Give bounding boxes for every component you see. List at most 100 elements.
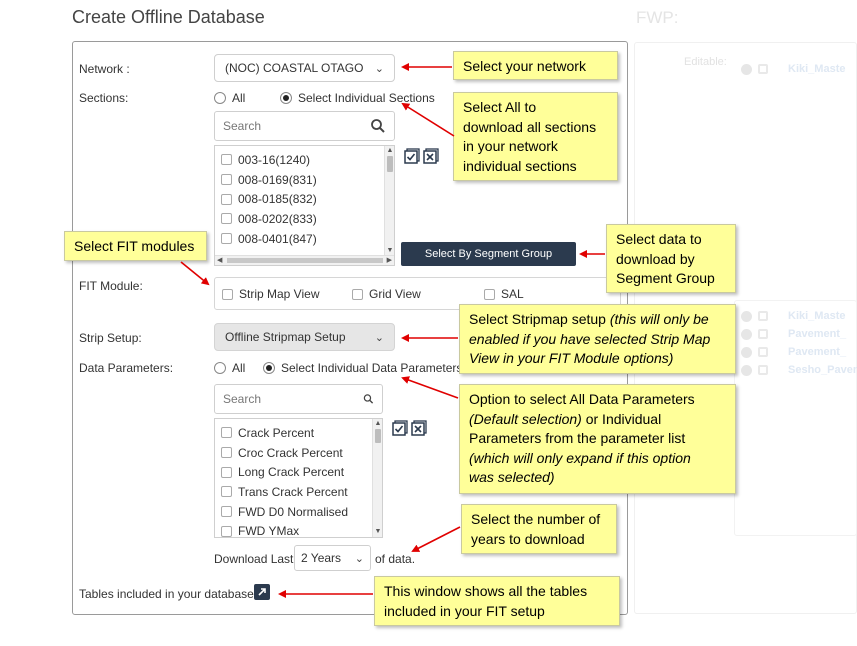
callout-line: enabled if you have selected Strip Map bbox=[469, 330, 726, 350]
sections-list[interactable]: 003-16(1240) 008-0169(831) 008-0185(832)… bbox=[214, 145, 395, 266]
callout-line: included in your FIT setup bbox=[384, 602, 545, 619]
scroll-down-icon[interactable]: ▼ bbox=[385, 247, 394, 255]
sections-individual-label: Select Individual Sections bbox=[298, 91, 435, 105]
scroll-up-icon[interactable]: ▲ bbox=[373, 420, 382, 428]
list-item-label: 008-0169(831) bbox=[238, 172, 317, 187]
scroll-left-icon[interactable]: ◀ bbox=[217, 256, 222, 265]
list-item[interactable]: 008-0401(847) bbox=[215, 229, 394, 249]
fwp-row: Pavement_ bbox=[741, 328, 846, 340]
editable-label: Editable: bbox=[684, 56, 727, 68]
list-item[interactable]: 008-0169(831) bbox=[215, 170, 394, 190]
sections-individual-radio[interactable]: Select Individual Sections bbox=[280, 91, 435, 105]
download-years-select[interactable]: 2 Years ⌄ bbox=[294, 545, 371, 571]
scroll-up-icon[interactable]: ▲ bbox=[385, 147, 394, 155]
params-list[interactable]: Crack Percent Croc Crack Percent Long Cr… bbox=[214, 418, 383, 538]
params-search-input[interactable] bbox=[223, 392, 363, 406]
download-years-value: 2 Years bbox=[301, 551, 342, 565]
scroll-down-icon[interactable]: ▼ bbox=[373, 528, 382, 536]
info-icon bbox=[741, 310, 752, 322]
callout-stripmap: Select Stripmap setup (this will only be… bbox=[459, 304, 736, 374]
radio-selected-icon[interactable] bbox=[280, 92, 292, 104]
list-item-label: Trans Crack Percent bbox=[238, 484, 348, 499]
params-scrollbar[interactable]: ▲ ▼ bbox=[372, 419, 382, 537]
deselect-all-icon[interactable] bbox=[411, 420, 427, 436]
callout-line: years to download bbox=[471, 530, 585, 547]
fwp-item[interactable]: Pavement_ bbox=[788, 328, 846, 340]
checkbox[interactable] bbox=[352, 288, 363, 300]
list-item[interactable]: FWD YMax bbox=[215, 521, 382, 537]
select-all-icon[interactable] bbox=[404, 148, 420, 164]
fwp-row-top: Kiki_Maste bbox=[741, 63, 845, 75]
callout-params: Option to select All Data Parameters (De… bbox=[459, 384, 736, 494]
network-label: Network : bbox=[79, 62, 130, 76]
sections-label: Sections: bbox=[79, 91, 129, 105]
checkbox[interactable] bbox=[484, 288, 495, 300]
fit-option-label: Grid View bbox=[369, 287, 421, 301]
callout-line: was selected) bbox=[469, 468, 726, 488]
checkbox[interactable] bbox=[221, 447, 232, 459]
callout-italic: (Default selection) bbox=[469, 410, 582, 427]
list-item[interactable]: Long Crack Percent bbox=[215, 462, 382, 482]
scroll-thumb[interactable] bbox=[375, 429, 381, 443]
horizontal-scroll-thumb[interactable] bbox=[227, 258, 383, 263]
radio-icon[interactable] bbox=[214, 362, 226, 374]
fwp-item[interactable]: Pavement_ bbox=[788, 346, 846, 358]
checkbox[interactable] bbox=[221, 506, 232, 518]
sections-scrollbar[interactable]: ▲ ▼ bbox=[384, 146, 394, 256]
radio-icon[interactable] bbox=[214, 92, 226, 104]
checkbox[interactable] bbox=[221, 486, 232, 498]
fwp-item[interactable]: Sesho_Pavem bbox=[788, 364, 857, 376]
fwp-item[interactable]: Kiki_Maste bbox=[788, 310, 845, 322]
checkbox[interactable] bbox=[221, 174, 232, 186]
fit-option-label: Strip Map View bbox=[239, 287, 320, 301]
sections-search-input[interactable] bbox=[223, 119, 363, 133]
checkbox[interactable] bbox=[221, 213, 232, 225]
strip-setup-select[interactable]: Offline Stripmap Setup ⌄ bbox=[214, 323, 395, 351]
checkbox[interactable] bbox=[221, 154, 232, 166]
list-item[interactable]: Trans Crack Percent bbox=[215, 482, 382, 502]
select-all-icon[interactable] bbox=[392, 420, 408, 436]
list-item-label: FWD D0 Normalised bbox=[238, 504, 349, 519]
list-item-label: 008-0202(833) bbox=[238, 211, 317, 226]
callout-network: Select your network bbox=[453, 51, 618, 80]
search-icon[interactable] bbox=[363, 391, 374, 407]
callout-fit: Select FIT modules bbox=[64, 231, 207, 261]
checkbox[interactable] bbox=[222, 288, 233, 300]
network-select[interactable]: (NOC) COASTAL OTAGO ⌄ bbox=[214, 54, 395, 82]
list-item[interactable]: 008-0202(833) bbox=[215, 209, 394, 229]
checkbox[interactable] bbox=[221, 193, 232, 205]
callout-line: Select All to bbox=[463, 99, 537, 115]
list-item[interactable]: 008-0185(832) bbox=[215, 189, 394, 209]
fit-module-label: FIT Module: bbox=[79, 279, 143, 293]
scroll-right-icon[interactable]: ▶ bbox=[387, 256, 392, 265]
scroll-thumb[interactable] bbox=[387, 156, 393, 172]
fit-grid-view-option[interactable]: Grid View bbox=[352, 287, 421, 301]
list-item[interactable]: 003-16(1240) bbox=[215, 150, 394, 170]
fit-strip-map-option[interactable]: Strip Map View bbox=[222, 287, 319, 301]
tables-open-button[interactable] bbox=[254, 584, 270, 600]
chevron-down-icon: ⌄ bbox=[374, 62, 384, 75]
sections-all-radio[interactable]: All bbox=[214, 91, 245, 105]
list-item[interactable]: Crack Percent bbox=[215, 423, 382, 443]
fit-sal-option[interactable]: SAL bbox=[484, 287, 524, 301]
fwp-item[interactable]: Kiki_Maste bbox=[788, 63, 845, 75]
lock-icon bbox=[758, 64, 768, 74]
params-all-radio[interactable]: All bbox=[214, 361, 245, 375]
checkbox[interactable] bbox=[221, 427, 232, 439]
list-item-label: Crack Percent bbox=[238, 425, 315, 440]
list-item[interactable]: FWD D0 Normalised bbox=[215, 502, 382, 522]
sections-search[interactable] bbox=[214, 111, 395, 141]
horizontal-scrollbar[interactable]: ◀ ▶ bbox=[215, 255, 394, 265]
search-icon[interactable] bbox=[370, 118, 386, 134]
radio-selected-icon[interactable] bbox=[263, 362, 275, 374]
params-search[interactable] bbox=[214, 384, 383, 414]
list-item[interactable]: Croc Crack Percent bbox=[215, 443, 382, 463]
fit-option-label: SAL bbox=[501, 287, 524, 301]
checkbox[interactable] bbox=[221, 466, 232, 478]
chevron-down-icon: ⌄ bbox=[374, 331, 384, 344]
params-individual-radio[interactable]: Select Individual Data Parameters bbox=[263, 361, 462, 375]
select-by-segment-group-button[interactable]: Select By Segment Group bbox=[401, 242, 576, 266]
deselect-all-icon[interactable] bbox=[423, 148, 439, 164]
checkbox[interactable] bbox=[221, 233, 232, 245]
checkbox[interactable] bbox=[221, 525, 232, 537]
